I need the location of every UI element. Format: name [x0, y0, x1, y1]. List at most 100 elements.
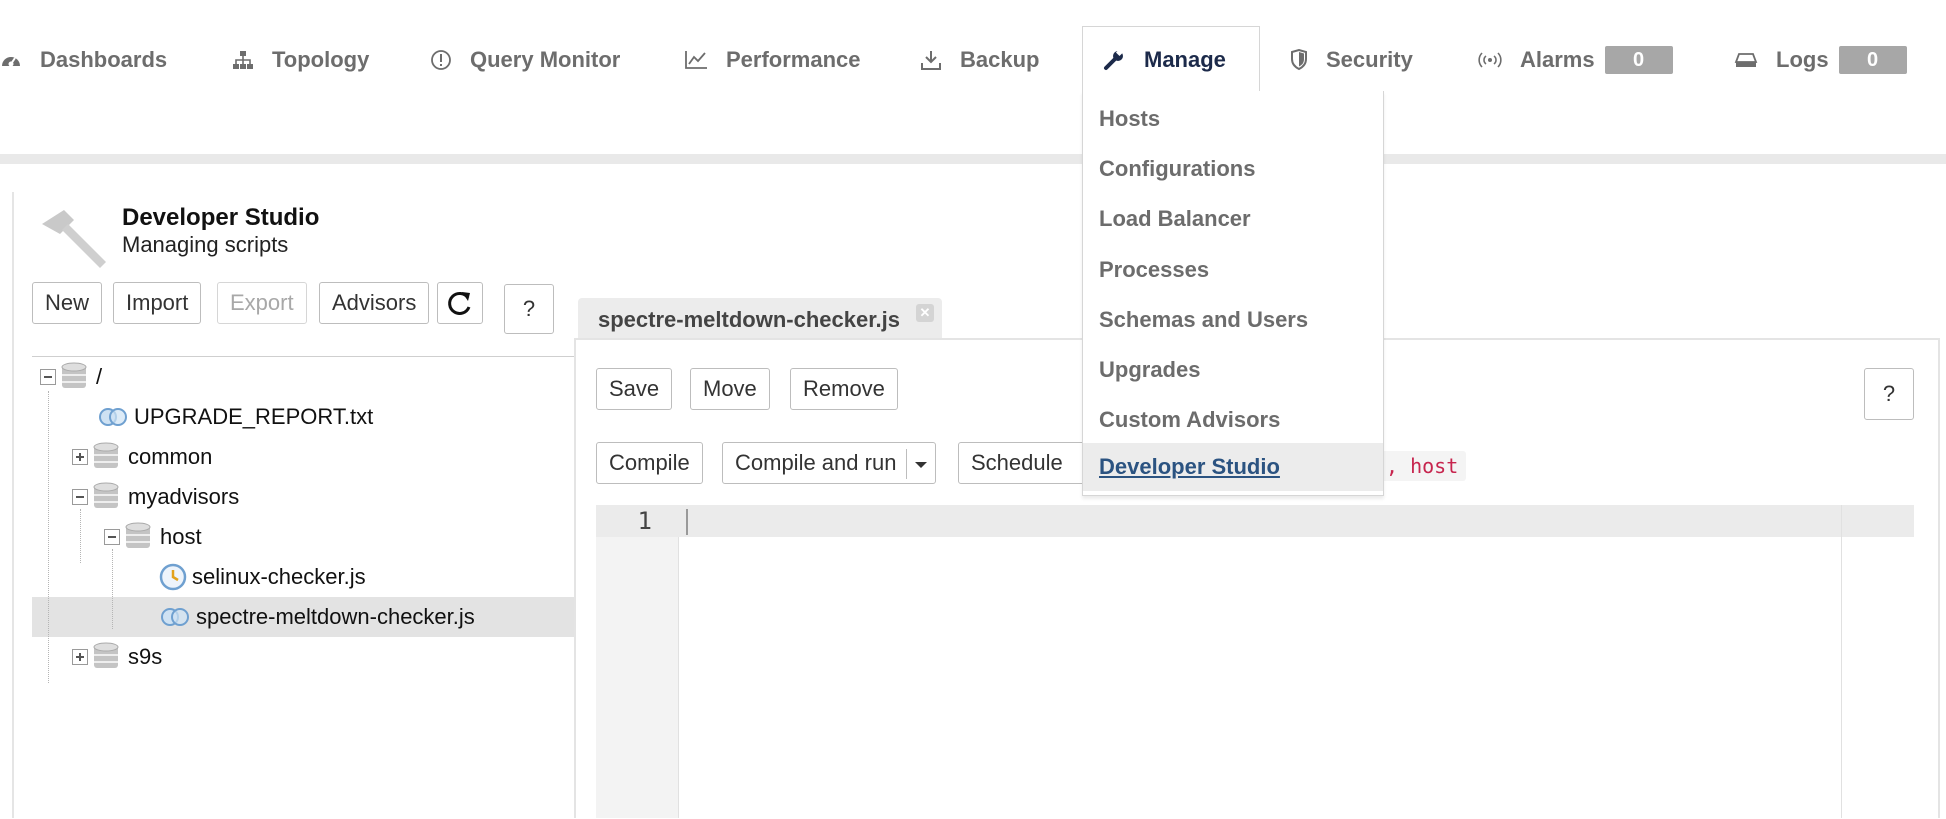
menu-item-hosts[interactable]: Hosts: [1083, 95, 1383, 143]
nav-backup-label: Backup: [960, 47, 1040, 72]
tree-node-s9s[interactable]: s9s: [72, 637, 162, 677]
collapse-toggle[interactable]: [104, 529, 120, 545]
sitemap-icon: [233, 51, 253, 69]
script-file-icon: [99, 408, 127, 426]
compile-and-run-label: Compile and run: [735, 450, 897, 475]
nav-security-label: Security: [1326, 47, 1413, 72]
tree-label-s9s: s9s: [128, 644, 163, 669]
tree-label-upgrade-report: UPGRADE_REPORT.txt: [134, 404, 374, 429]
left-border: [12, 192, 14, 818]
tree-node-selinux-checker[interactable]: selinux-checker.js: [158, 557, 366, 597]
tree-line: [48, 391, 49, 683]
nav-dashboards[interactable]: Dashboards: [0, 41, 167, 79]
nav-performance-label: Performance: [726, 47, 861, 72]
collapse-toggle[interactable]: [72, 489, 88, 505]
script-tree: / UPGRADE_REPORT.txt common myadvisors h…: [32, 356, 574, 819]
remove-button[interactable]: Remove: [790, 368, 898, 410]
nav-dashboards-label: Dashboards: [40, 47, 168, 72]
manage-dropdown-menu: Hosts Configurations Load Balancer Proce…: [1082, 91, 1384, 496]
database-icon: [93, 642, 119, 668]
export-button[interactable]: Export: [217, 282, 307, 324]
menu-item-schemas-and-users[interactable]: Schemas and Users: [1083, 296, 1383, 344]
collapse-toggle[interactable]: [40, 369, 56, 385]
alarms-count-badge: 0: [1604, 46, 1673, 74]
compile-and-run-button[interactable]: Compile and run: [722, 442, 937, 484]
nav-security[interactable]: Security: [1290, 41, 1413, 79]
info-circle-icon: [431, 50, 451, 70]
tree-node-myadvisors[interactable]: myadvisors: [72, 477, 239, 517]
script-file-icon: [161, 608, 189, 626]
menu-item-processes[interactable]: Processes: [1083, 246, 1383, 294]
database-icon: [93, 482, 119, 508]
nav-alarms[interactable]: Alarms 0: [1478, 41, 1673, 79]
tree-node-upgrade-report[interactable]: UPGRADE_REPORT.txt: [96, 397, 373, 437]
text-cursor: [686, 509, 688, 535]
header-divider: [0, 154, 1946, 164]
menu-item-developer-studio[interactable]: Developer Studio: [1083, 443, 1383, 491]
help-button[interactable]: ?: [504, 284, 554, 334]
editor-tab-title: spectre-meltdown-checker.js: [598, 307, 901, 332]
clock-icon: [159, 563, 187, 591]
top-navigation: Dashboards Topology Query Monitor Perfor…: [0, 0, 1946, 120]
logs-icon: [1734, 53, 1758, 67]
code-hint: , host: [1378, 451, 1467, 481]
editor-file-tab[interactable]: spectre-meltdown-checker.js ✕: [578, 298, 942, 338]
expand-toggle[interactable]: [72, 449, 88, 465]
download-icon: [921, 51, 941, 70]
nav-query-monitor[interactable]: Query Monitor: [430, 41, 620, 79]
shield-icon: [1291, 49, 1307, 71]
refresh-icon: [448, 291, 471, 315]
schedule-advisor-button[interactable]: Schedule Ac: [958, 442, 1088, 484]
editor-help-button[interactable]: ?: [1864, 368, 1914, 420]
tree-node-host[interactable]: host: [104, 517, 202, 557]
nav-topology-label: Topology: [272, 47, 370, 72]
database-icon: [93, 442, 119, 468]
tree-node-common[interactable]: common: [72, 437, 212, 477]
line-number: 1: [637, 507, 652, 535]
broadcast-icon: [1478, 52, 1502, 68]
hammer-icon: [42, 210, 106, 268]
tree-node-root[interactable]: /: [40, 357, 102, 397]
menu-item-load-balancer[interactable]: Load Balancer: [1083, 195, 1383, 243]
nav-logs[interactable]: Logs 0: [1734, 41, 1907, 79]
editor-margin-line: [1841, 505, 1842, 818]
tree-line: [80, 509, 81, 563]
menu-item-custom-advisors[interactable]: Custom Advisors: [1083, 396, 1383, 444]
expand-toggle[interactable]: [72, 649, 88, 665]
new-button[interactable]: New: [32, 282, 103, 324]
nav-performance[interactable]: Performance: [684, 41, 861, 79]
nav-topology[interactable]: Topology: [232, 41, 369, 79]
tree-node-spectre-meltdown-checker[interactable]: spectre-meltdown-checker.js: [158, 597, 475, 637]
nav-manage[interactable]: Manage: [1102, 41, 1226, 79]
tree-line: [112, 549, 113, 629]
nav-backup[interactable]: Backup: [920, 41, 1039, 79]
database-icon: [125, 522, 151, 548]
active-line-highlight: [596, 505, 1914, 537]
nav-manage-label: Manage: [1144, 47, 1226, 72]
tree-label-selinux-checker: selinux-checker.js: [192, 564, 366, 589]
page-subtitle: Managing scripts: [122, 232, 289, 257]
line-gutter: [596, 505, 679, 818]
move-button[interactable]: Move: [690, 368, 770, 410]
database-icon: [61, 362, 87, 388]
advisors-button[interactable]: Advisors: [319, 282, 430, 324]
nav-query-monitor-label: Query Monitor: [470, 47, 621, 72]
import-button[interactable]: Import: [113, 282, 202, 324]
menu-item-upgrades[interactable]: Upgrades: [1083, 346, 1383, 394]
tree-label-myadvisors: myadvisors: [128, 484, 240, 509]
refresh-button[interactable]: [437, 282, 483, 324]
logs-count-badge: 0: [1838, 46, 1907, 74]
code-editor[interactable]: [596, 505, 1914, 818]
close-tab-icon[interactable]: ✕: [916, 304, 934, 322]
tree-label-host: host: [160, 524, 202, 549]
menu-item-configurations[interactable]: Configurations: [1083, 145, 1383, 193]
nav-logs-label: Logs: [1776, 47, 1829, 72]
wrench-icon: [1104, 48, 1124, 70]
save-button[interactable]: Save: [596, 368, 673, 410]
compile-button[interactable]: Compile: [596, 442, 703, 484]
chevron-down-icon[interactable]: [906, 449, 935, 480]
nav-alarms-label: Alarms: [1520, 47, 1595, 72]
tree-label-spectre-meltdown-checker: spectre-meltdown-checker.js: [196, 604, 475, 629]
page-title: Developer Studio: [122, 204, 320, 231]
tree-label-common: common: [128, 444, 213, 469]
